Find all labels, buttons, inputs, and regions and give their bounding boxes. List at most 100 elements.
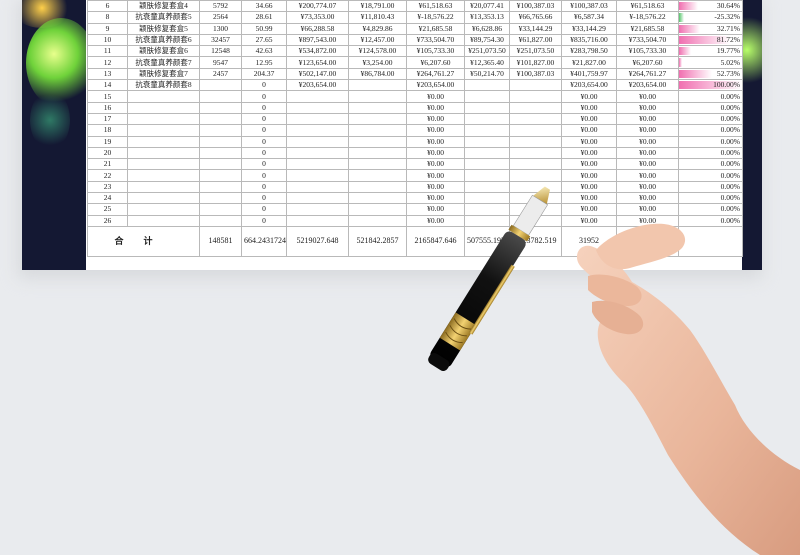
quantity <box>199 124 242 137</box>
profit-amount: ¥0.00 <box>406 192 465 205</box>
expense-amount <box>509 192 562 205</box>
profit-amount: ¥0.00 <box>406 124 465 137</box>
data-bar <box>679 2 699 11</box>
margin-percent: 0.00% <box>678 135 743 148</box>
unit-price: 0 <box>241 146 287 160</box>
product-name: 颖肤修复套盒6 <box>127 45 200 58</box>
table-row: 10 抗衰童真养颜套6 32457 27.65 ¥897,543.00 ¥12,457.0… <box>87 33 743 47</box>
product-name <box>127 214 200 227</box>
margin-percent: 0.00% <box>678 180 743 194</box>
total-profit: 2165847.646 <box>406 225 465 257</box>
expense-amount <box>509 169 562 182</box>
product-name: 颖肤修复套盒4 <box>127 0 200 13</box>
total-c9: 2023782.519 <box>509 225 562 257</box>
margin-percent: 0.00% <box>678 112 743 126</box>
total-c10: 31952 <box>561 225 617 257</box>
unit-price: 27.65 <box>241 33 287 47</box>
profit-amount: ¥0.00 <box>406 90 465 103</box>
cost-amount <box>348 180 407 194</box>
unit-price: 204.37 <box>241 67 287 81</box>
table-row: 20 0 ¥0.00 ¥0.00 ¥0.00 0.00% <box>87 146 743 160</box>
net-amount: ¥0.00 <box>561 146 617 160</box>
tax-amount <box>464 135 510 148</box>
percent-text: 0.00% <box>720 181 740 191</box>
sales-table: 6 颖肤修复套盒4 5792 34.66 ¥200,774.07 ¥18,791.00 ¥6… <box>87 0 743 257</box>
sales-amount: ¥203,654.00 <box>286 79 349 92</box>
quantity <box>199 214 242 227</box>
final-amount: ¥0.00 <box>616 101 679 114</box>
final-amount: ¥21,685.58 <box>616 22 679 35</box>
product-name: 抗衰童真养颜套8 <box>127 79 200 92</box>
percent-text: 0.00% <box>720 193 740 203</box>
margin-percent: 0.00% <box>678 203 743 216</box>
final-amount: ¥0.00 <box>616 203 679 216</box>
tax-amount <box>464 124 510 137</box>
final-amount: ¥0.00 <box>616 214 679 227</box>
quantity <box>199 79 242 92</box>
margin-percent: 19.77% <box>678 45 743 58</box>
expense-amount <box>509 124 562 137</box>
pen-engraving <box>445 318 472 344</box>
sales-amount <box>286 146 349 160</box>
quantity <box>199 169 242 182</box>
finger-shape <box>592 300 644 335</box>
tax-amount <box>464 214 510 227</box>
tax-amount: ¥6,628.86 <box>464 22 510 35</box>
expense-amount: ¥101,827.00 <box>509 56 562 69</box>
product-name: 抗衰童真养颜套5 <box>127 11 200 24</box>
table-row: 8 抗衰童真养颜套5 2564 28.61 ¥73,353.00 ¥11,810.43 ¥-… <box>87 11 743 24</box>
row-number: 11 <box>87 45 128 58</box>
quantity: 1300 <box>199 22 242 35</box>
table-row: 17 0 ¥0.00 ¥0.00 ¥0.00 0.00% <box>87 112 743 126</box>
unit-price: 0 <box>241 158 287 171</box>
expense-amount: ¥33,144.29 <box>509 22 562 35</box>
product-name <box>127 203 200 216</box>
sales-amount <box>286 203 349 216</box>
final-amount: ¥0.00 <box>616 146 679 160</box>
profit-amount: ¥0.00 <box>406 214 465 227</box>
net-amount: ¥0.00 <box>561 135 617 148</box>
sales-amount: ¥502,147.00 <box>286 67 349 81</box>
row-number: 13 <box>87 67 128 81</box>
quantity <box>199 203 242 216</box>
net-amount: ¥401,759.97 <box>561 67 617 81</box>
cost-amount <box>348 135 407 148</box>
tax-amount <box>464 79 510 92</box>
expense-amount: ¥66,765.66 <box>509 11 562 24</box>
final-amount: ¥0.00 <box>616 124 679 137</box>
expense-amount <box>509 112 562 126</box>
product-name <box>127 146 200 160</box>
percent-text: 0.00% <box>720 125 740 135</box>
cost-amount <box>348 112 407 126</box>
net-amount: ¥0.00 <box>561 124 617 137</box>
product-name <box>127 169 200 182</box>
right-decorative-panel <box>742 0 762 270</box>
sales-amount <box>286 214 349 227</box>
quantity <box>199 180 242 194</box>
unit-price: 0 <box>241 101 287 114</box>
net-amount: ¥0.00 <box>561 203 617 216</box>
profit-amount: ¥0.00 <box>406 180 465 194</box>
expense-amount <box>509 203 562 216</box>
cost-amount: ¥3,254.00 <box>348 56 407 69</box>
data-bar <box>679 69 713 79</box>
percent-text: 52.73% <box>716 68 740 78</box>
net-amount: ¥0.00 <box>561 214 617 227</box>
row-number: 14 <box>87 79 128 92</box>
margin-percent: 0.00% <box>678 90 743 103</box>
product-name <box>127 192 200 205</box>
percent-text: 32.71% <box>716 23 740 33</box>
tax-amount: ¥12,365.40 <box>464 56 510 69</box>
unit-price: 0 <box>241 169 287 182</box>
net-amount: ¥0.00 <box>561 101 617 114</box>
margin-percent: 5.02% <box>678 56 743 69</box>
cost-amount: ¥11,810.43 <box>348 11 407 24</box>
net-amount: ¥33,144.29 <box>561 22 617 35</box>
row-number: 15 <box>87 90 128 103</box>
quantity <box>199 192 242 205</box>
sales-amount <box>286 180 349 194</box>
net-amount: ¥0.00 <box>561 112 617 126</box>
cost-amount: ¥86,784.00 <box>348 67 407 81</box>
cost-amount <box>348 192 407 205</box>
sales-amount <box>286 112 349 126</box>
